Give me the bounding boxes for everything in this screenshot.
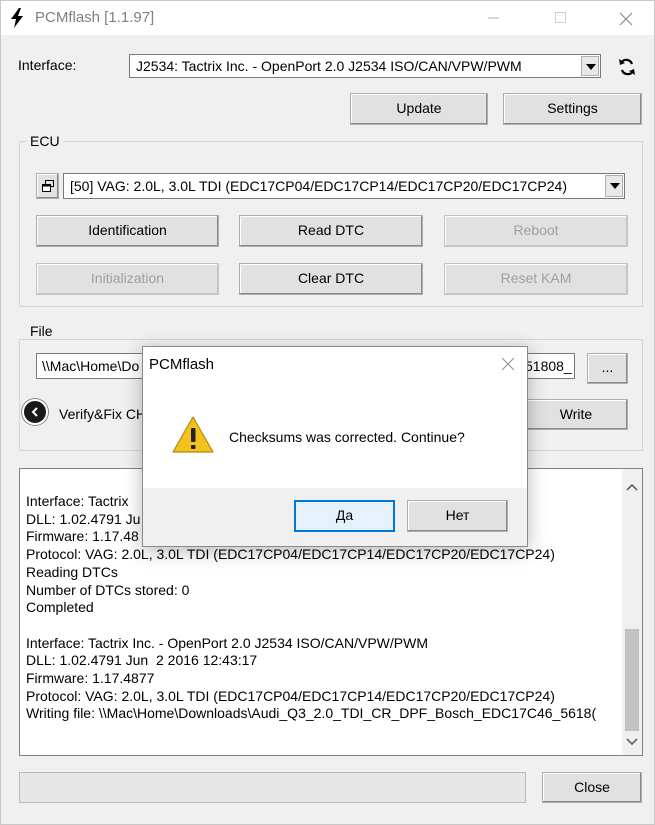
initialization-button[interactable]: Initialization	[36, 263, 219, 295]
no-button[interactable]: Нет	[407, 500, 508, 532]
log-scrollbar[interactable]	[622, 469, 642, 755]
yes-button[interactable]: Да	[294, 500, 395, 532]
close-window-button[interactable]	[602, 1, 648, 35]
log-scroll-thumb[interactable]	[625, 629, 639, 731]
log-line: Interface: Tactrix Inc. - OpenPort 2.0 J…	[26, 634, 428, 651]
interface-select[interactable]: J2534: Tactrix Inc. - OpenPort 2.0 J2534…	[129, 54, 601, 78]
close-icon	[619, 12, 633, 26]
read-dtc-button[interactable]: Read DTC	[239, 215, 423, 247]
refresh-icon[interactable]	[617, 57, 637, 77]
browse-button[interactable]: ...	[587, 353, 628, 384]
window-title: PCMflash [1.1.97]	[35, 9, 155, 26]
settings-button[interactable]: Settings	[503, 93, 642, 125]
minimize-icon	[488, 17, 499, 19]
maximize-button[interactable]	[538, 1, 584, 35]
minimize-button[interactable]	[471, 1, 517, 35]
update-button[interactable]: Update	[350, 93, 488, 125]
close-button[interactable]: Close	[542, 772, 642, 803]
file-path-input-right[interactable]: 51808_	[525, 353, 575, 379]
write-button[interactable]: Write	[524, 399, 628, 430]
interface-value: J2534: Tactrix Inc. - OpenPort 2.0 J2534…	[136, 58, 522, 74]
log-line: Completed	[26, 599, 94, 616]
file-path-right: 51808_	[525, 358, 572, 374]
reboot-button[interactable]: Reboot	[444, 215, 628, 247]
back-overlay-button[interactable]	[22, 399, 48, 425]
dialog-footer: Да Нет	[143, 488, 527, 546]
dialog-message: Checksums was corrected. Continue?	[229, 429, 465, 445]
verify-fix-checkbox-label[interactable]: Verify&Fix CH	[59, 406, 146, 422]
file-path-left: \\Mac\Home\Do	[42, 358, 140, 374]
ecu-window-button[interactable]	[36, 173, 59, 199]
file-path-input[interactable]: \\Mac\Home\Do	[36, 353, 146, 379]
chevron-down-icon[interactable]	[605, 175, 623, 197]
main-window: PCMflash [1.1.97] Interface: J2534: Tact…	[0, 0, 655, 825]
chevron-down-icon[interactable]	[626, 737, 638, 747]
clear-dtc-button[interactable]: Clear DTC	[239, 263, 423, 295]
interface-label: Interface:	[18, 57, 77, 73]
warning-icon	[172, 416, 214, 453]
maximize-icon	[555, 12, 566, 23]
identification-button[interactable]: Identification	[36, 215, 219, 247]
log-line: Protocol: VAG: 2.0L, 3.0L TDI (EDC17CP04…	[26, 687, 555, 704]
chevron-left-icon	[31, 407, 38, 417]
chevron-up-icon[interactable]	[626, 482, 638, 492]
reset-kam-button[interactable]: Reset KAM	[444, 263, 628, 295]
title-bar[interactable]: PCMflash [1.1.97]	[1, 1, 654, 35]
ecu-select[interactable]: [50] VAG: 2.0L, 3.0L TDI (EDC17CP04/EDC1…	[63, 173, 625, 199]
log-line: DLL: 1.02.4791 Jun 2 2016 12:43:17	[26, 652, 258, 669]
log-line: Writing file: \\Mac\Home\Downloads\Audi_…	[26, 705, 597, 722]
ecu-value: [50] VAG: 2.0L, 3.0L TDI (EDC17CP04/EDC1…	[70, 178, 567, 194]
dialog-title: PCMflash	[149, 356, 215, 373]
progress-bar	[19, 772, 526, 803]
confirm-dialog: PCMflash Checksums was corrected. Contin…	[142, 346, 528, 547]
log-line: Number of DTCs stored: 0	[26, 581, 190, 598]
window-restore-icon	[41, 180, 54, 192]
chevron-down-icon[interactable]	[581, 56, 599, 76]
ecu-group-title: ECU	[27, 133, 63, 149]
lightning-icon	[11, 8, 23, 28]
file-group-title: File	[27, 323, 56, 339]
log-line: Reading DTCs	[26, 563, 118, 580]
log-line: Firmware: 1.17.4877	[26, 670, 155, 687]
close-icon[interactable]	[501, 357, 515, 371]
log-line: Protocol: VAG: 2.0L, 3.0L TDI (EDC17CP04…	[26, 546, 555, 563]
